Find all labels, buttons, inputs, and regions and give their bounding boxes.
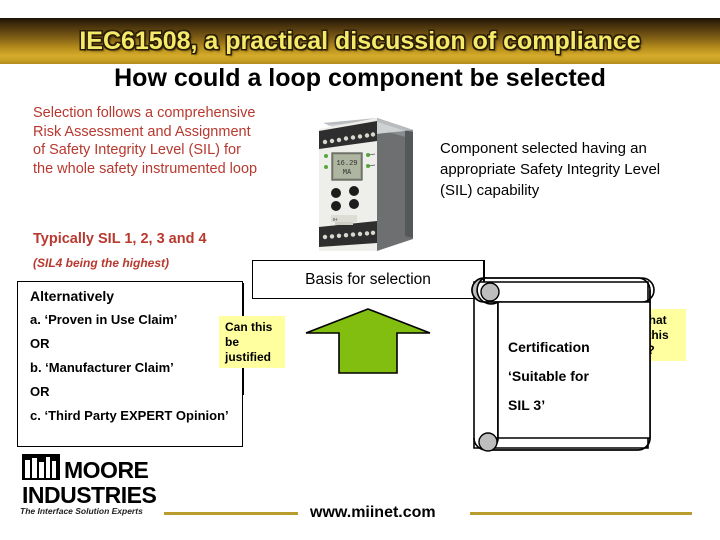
certificate-text: Certification ‘Suitable for SIL 3’ (508, 333, 628, 420)
certificate-line-1: Certification (508, 339, 590, 355)
page-title: How could a loop component be selected (114, 64, 606, 92)
svg-text:IH: IH (333, 217, 337, 222)
note-can-this-be-justified: Can this be justified (219, 316, 285, 368)
alternatively-item-a: a. ‘Proven in Use Claim’ (30, 312, 178, 327)
svg-text:MOORE: MOORE (64, 457, 149, 483)
typical-sil-levels-text: Typically SIL 1, 2, 3 and 4 (33, 231, 207, 247)
title-banner: IEC61508, a practical discussion of comp… (0, 18, 720, 64)
alternatively-item-b: b. ‘Manufacturer Claim’ (30, 360, 174, 375)
footer-rule-right (470, 512, 692, 515)
svg-text:INDUSTRIES: INDUSTRIES (22, 482, 156, 508)
sil4-highest-note: (SIL4 being the highest) (33, 256, 170, 270)
basis-for-selection-box: Basis for selection (252, 260, 484, 299)
svg-text:16.29: 16.29 (336, 160, 357, 168)
basis-for-selection-label: Basis for selection (305, 270, 431, 288)
logo-tagline: The Interface Solution Experts (20, 506, 143, 516)
green-up-arrow (305, 308, 431, 374)
footer-url: www.miinet.com (310, 504, 436, 521)
alternatively-box: Alternatively a. ‘Proven in Use Claim’ O… (17, 281, 243, 447)
alternatively-or-1: OR (30, 336, 50, 351)
certificate-line-3: SIL 3’ (508, 397, 546, 413)
slide-canvas: IEC61508, a practical discussion of comp… (0, 0, 720, 540)
alternatively-title: Alternatively (30, 288, 115, 304)
selection-process-paragraph: Selection follows a comprehensive Risk A… (33, 105, 258, 177)
svg-text:MA: MA (343, 169, 352, 177)
alternatively-or-2: OR (30, 384, 50, 399)
din-rail-transmitter-image: 16.29 MA IH (319, 118, 413, 251)
alternatively-item-c: c. ‘Third Party EXPERT Opinion’ (30, 408, 229, 423)
banner-title-text: IEC61508, a practical discussion of comp… (79, 26, 641, 55)
footer-rule-left (164, 512, 298, 515)
component-selection-paragraph: Component selected having an appropriate… (440, 140, 661, 199)
certificate-line-2: ‘Suitable for (508, 368, 589, 384)
moore-industries-logo: MOORE INDUSTRIES (22, 454, 157, 508)
